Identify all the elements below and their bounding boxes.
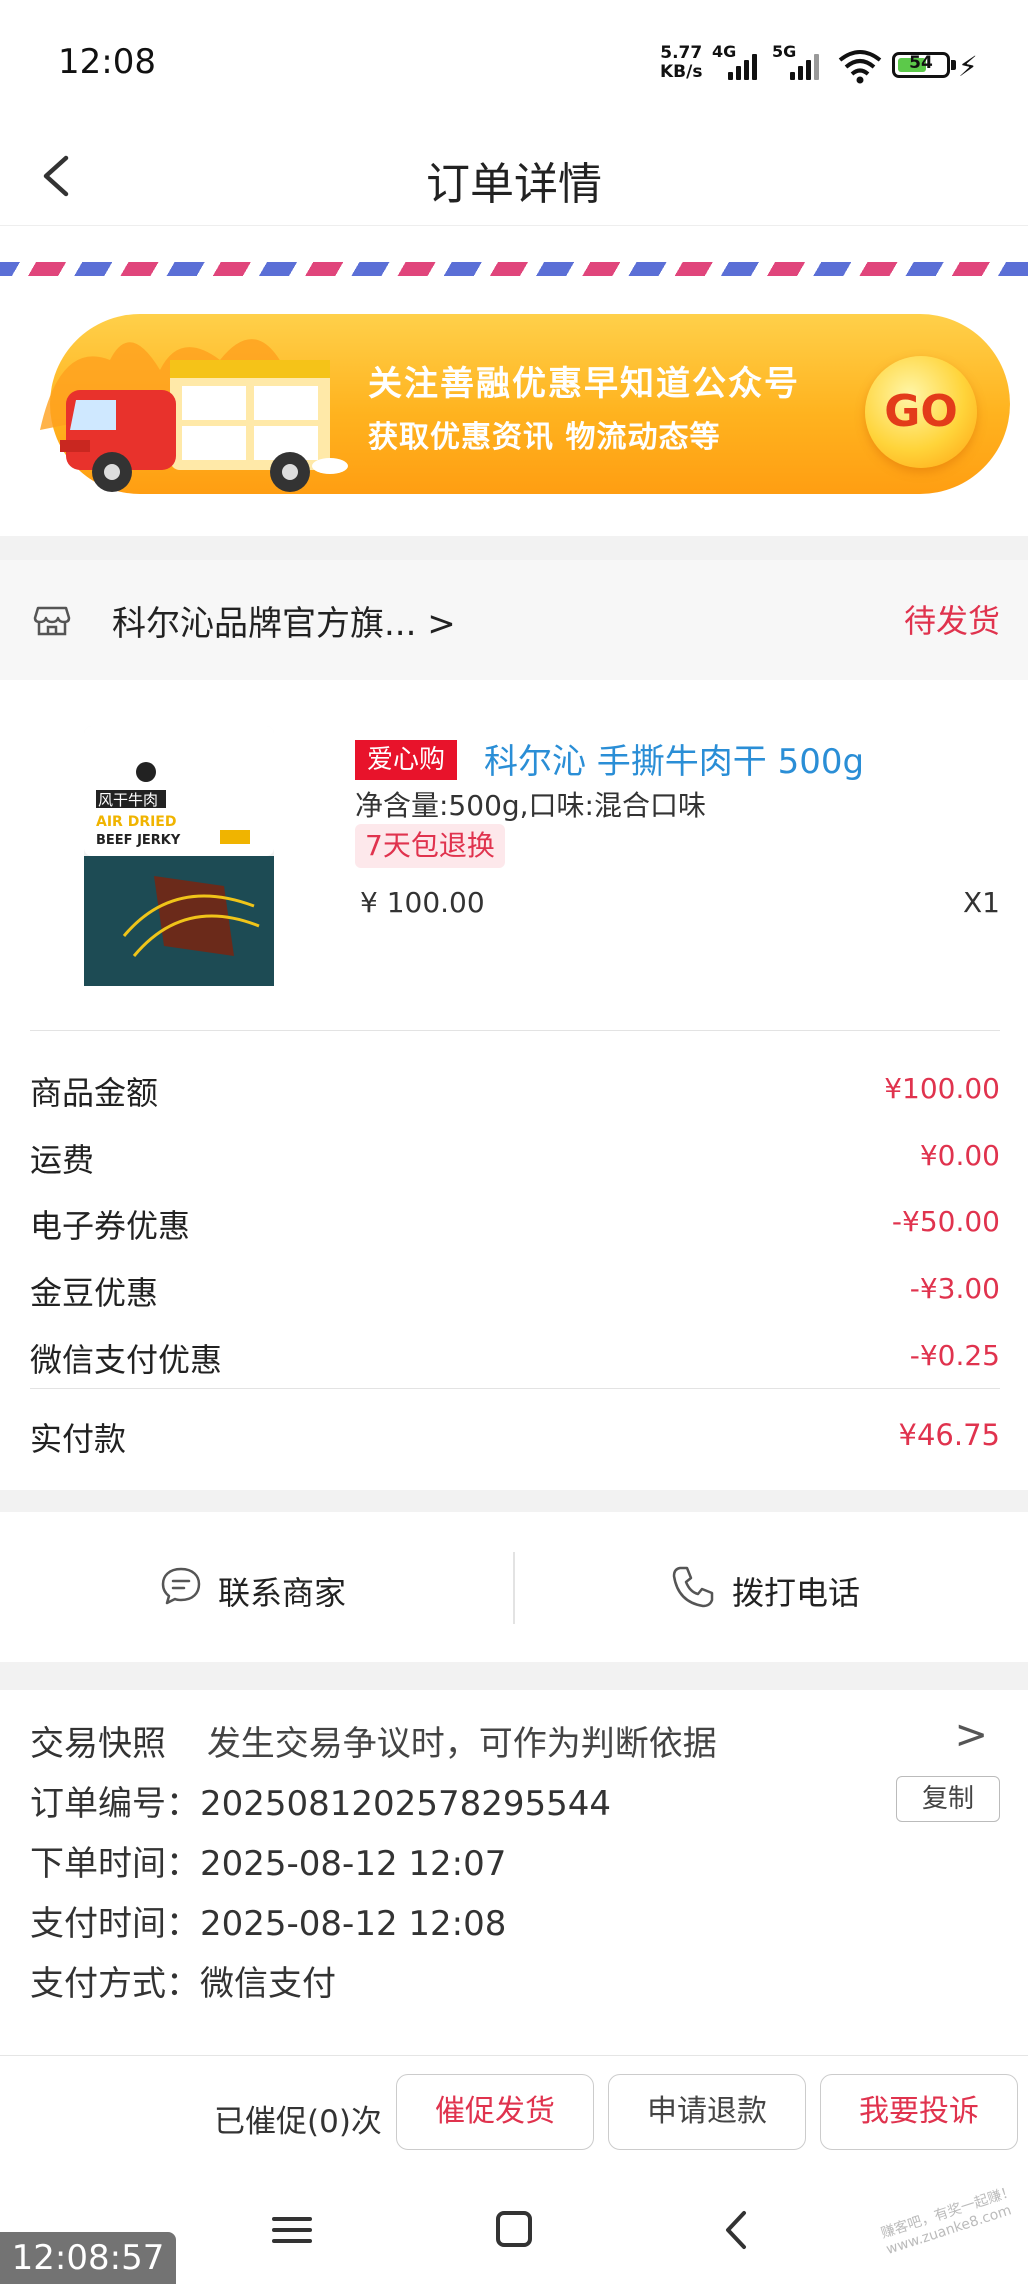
signal-bars-icon [728,52,762,80]
banner-subline: 获取优惠资讯 物流动态等 [368,420,721,455]
product-item[interactable]: 风干牛肉 AIR DRIED BEEF JERKY 爱心购 科尔沁 手撕牛肉干 … [0,690,1028,1030]
product-price: ¥ 100.00 [360,886,485,919]
go-button[interactable]: GO [865,356,977,468]
amount-row-subtotal: 商品金额 ¥100.00 [30,1072,1000,1112]
charging-icon: ⚡ [958,50,978,83]
follow-account-banner[interactable]: 关注善融优惠早知道公众号 获取优惠资讯 物流动态等 GO [20,300,1010,500]
product-image-label-cn: 风干牛肉 [98,791,158,809]
product-image: 风干牛肉 AIR DRIED BEEF JERKY [84,726,274,986]
product-image-label-en1: AIR DRIED [96,814,177,830]
page-title: 订单详情 [426,159,602,210]
screenshot-timestamp: 12:08:57 [0,2232,176,2284]
back-nav-icon[interactable] [706,2205,766,2255]
network-speed: 5.77 KB/s [660,43,703,82]
status-bar: 12:08 5.77 KB/s 4G 5G 54 ⚡ [0,0,1028,130]
return-policy-tag: 7天包退换 [355,824,505,868]
amount-row-paid: 实付款 ¥46.75 [30,1418,1000,1458]
pay-method-row: 支付方式：微信支付 [30,1964,336,2004]
signal-bars-icon [790,52,824,80]
chevron-right-icon[interactable]: > [954,1712,988,1758]
urge-count: 已催促(0)次 [214,2104,382,2140]
chat-bubble-icon [161,1567,201,1605]
delivery-truck-icon [40,339,348,492]
product-image-label-en2: BEEF JERKY [96,833,181,848]
contact-seller-button[interactable]: 联系商家 [0,1512,514,1662]
order-number-row: 订单编号：2025081202578295544 [30,1784,612,1824]
complain-button[interactable]: 我要投诉 [820,2074,1018,2150]
clock: 12:08 [58,42,156,82]
banner-headline: 关注善融优惠早知道公众号 [368,364,800,404]
nav-bar: 订单详情 [0,130,1028,226]
wifi-icon [838,50,882,84]
menu-icon[interactable] [262,2205,322,2255]
bottom-action-bar: 已催促(0)次 催促发货 申请退款 我要投诉 [0,2055,1028,2175]
section-gap [0,1490,1028,1512]
request-refund-button[interactable]: 申请退款 [608,2074,806,2150]
divider [30,1388,1000,1389]
amount-row-wechat-discount: 微信支付优惠 -¥0.25 [30,1339,1000,1379]
product-spec: 净含量:500g,口味:混合口味 [355,789,706,822]
shop-name-link[interactable]: 科尔沁品牌官方旗... > [112,596,456,645]
order-status-badge: 待发货 [903,602,1000,640]
store-icon [33,606,71,636]
contact-actions: 联系商家 拨打电话 [0,1512,1028,1662]
pay-time-row: 支付时间：2025-08-12 12:08 [30,1904,507,1944]
section-gap [0,1662,1028,1690]
product-quantity: X1 [963,886,1000,919]
call-phone-button[interactable]: 拨打电话 [514,1512,1028,1662]
divider [30,1030,1000,1031]
phone-icon [672,1566,714,1608]
order-time-row: 下单时间：2025-08-12 12:07 [30,1844,507,1884]
shop-header[interactable]: 科尔沁品牌官方旗... > 待发货 [0,560,1028,680]
copy-order-number-button[interactable]: 复制 [896,1776,1000,1822]
trade-snapshot-row[interactable]: 交易快照 发生交易争议时，可作为判断依据 [30,1716,717,1765]
promo-tag: 爱心购 [355,740,458,780]
airmail-stripe-divider [0,262,1028,276]
home-icon[interactable] [484,2205,544,2255]
section-gap [0,536,1028,560]
order-number: 2025081202578295544 [200,1784,612,1824]
amount-row-shipping: 运费 ¥0.00 [30,1139,1000,1179]
amount-row-coupon: 电子券优惠 -¥50.00 [30,1205,1000,1245]
order-info-section: 交易快照 发生交易争议时，可作为判断依据 > 订单编号：202508120257… [0,1690,1028,2050]
battery-icon: 54 [892,52,956,78]
amount-row-gold-bean: 金豆优惠 -¥3.00 [30,1272,1000,1312]
product-title[interactable]: 科尔沁 手撕牛肉干 500g [484,734,864,783]
urge-shipping-button[interactable]: 催促发货 [396,2074,594,2150]
